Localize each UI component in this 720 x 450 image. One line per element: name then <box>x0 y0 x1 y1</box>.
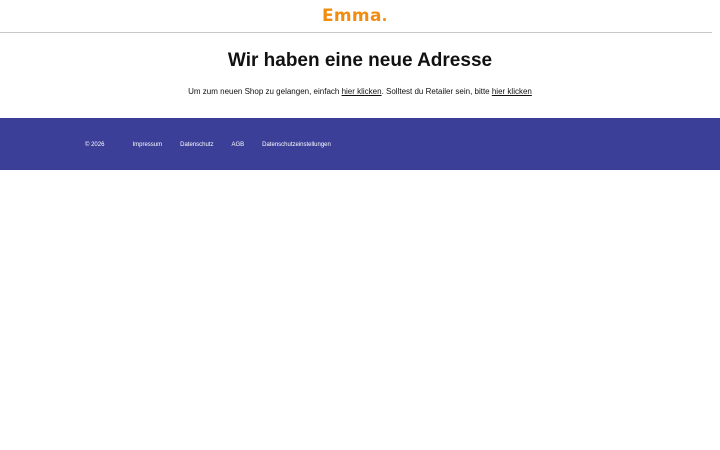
footer-link-datenschutz[interactable]: Datenschutz <box>180 141 213 149</box>
copyright-text: © 2026 <box>85 142 105 148</box>
logo-text: Emma <box>322 6 382 26</box>
site-footer: © 2026 Impressum Datenschutz AGB Datensc… <box>0 118 720 170</box>
retailer-link[interactable]: hier klicken <box>492 87 532 96</box>
new-shop-link[interactable]: hier klicken <box>342 87 382 96</box>
footer-link-impressum[interactable]: Impressum <box>132 141 162 149</box>
redirect-text-2: . Solltest du Retailer sein, bitte <box>381 87 492 96</box>
redirect-text-1: Um zum neuen Shop zu gelangen, einfach <box>188 87 342 96</box>
footer-link-datenschutzeinstellungen[interactable]: Datenschutzeinstellungen <box>262 141 331 149</box>
emma-logo[interactable]: Emma <box>322 6 386 26</box>
footer-links-row: © 2026 Impressum Datenschutz AGB Datensc… <box>85 140 349 150</box>
page-title: Wir haben eine neue Adresse <box>227 50 493 71</box>
site-header: Emma <box>0 0 712 33</box>
redirect-message: Um zum neuen Shop zu gelangen, einfach h… <box>0 86 720 98</box>
logo-dot-icon <box>382 18 386 21</box>
footer-link-agb[interactable]: AGB <box>231 141 244 149</box>
main-content: Wir haben eine neue Adresse Um zum neuen… <box>0 33 720 118</box>
